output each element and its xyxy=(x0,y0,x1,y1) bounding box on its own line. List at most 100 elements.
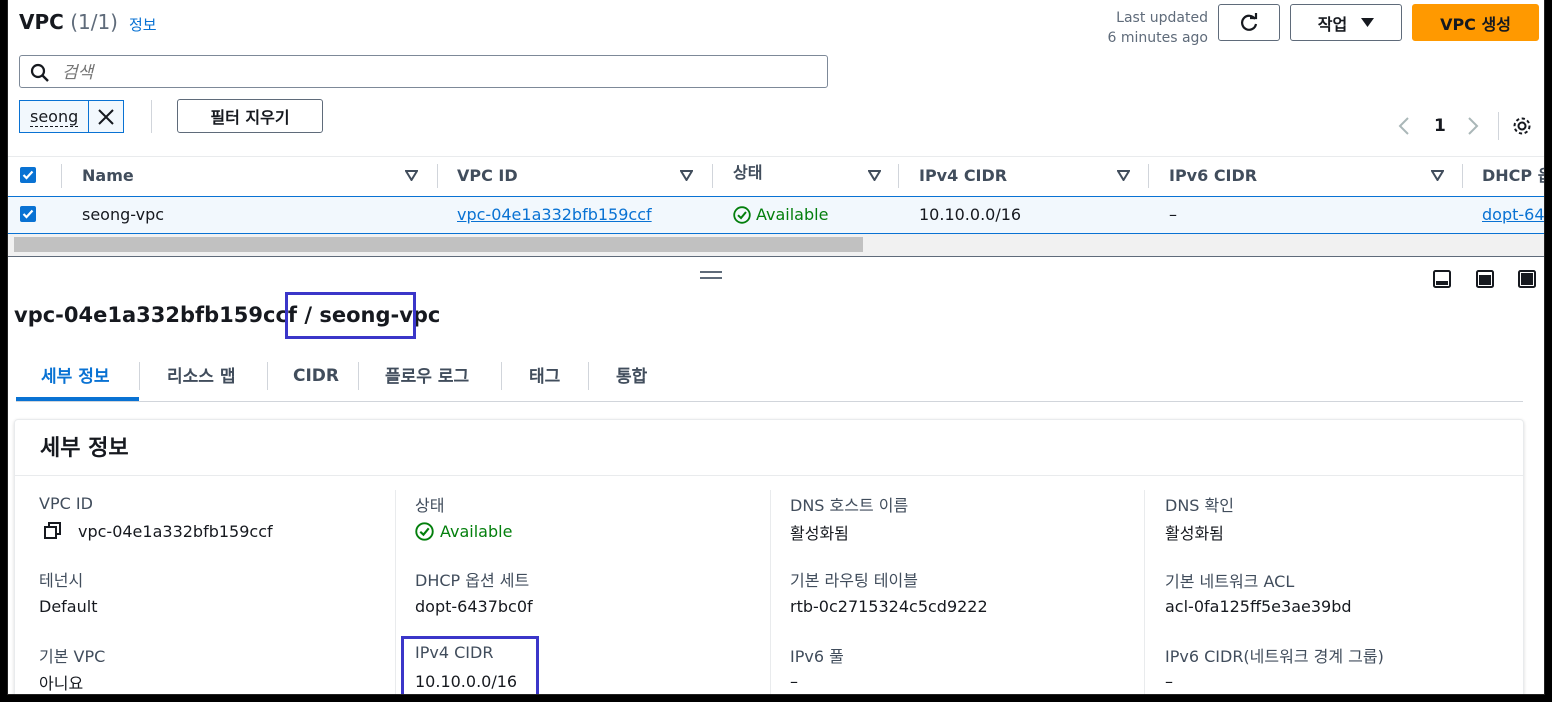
column-divider xyxy=(437,164,438,188)
cell-vpc-id-link[interactable]: vpc-04e1a332bfb159ccf xyxy=(457,205,652,225)
column-header-ipv4[interactable]: IPv4 CIDR xyxy=(919,158,1007,194)
search-input[interactable] xyxy=(60,60,814,86)
copy-icon[interactable] xyxy=(44,522,62,540)
page-number[interactable]: 1 xyxy=(1434,116,1446,136)
detail-vpc-id: vpc-04e1a332bfb159ccf xyxy=(14,303,298,327)
section-title: 세부 정보 xyxy=(40,436,129,461)
title-count: (1/1) xyxy=(70,10,118,34)
column-header-ipv6[interactable]: IPv6 CIDR xyxy=(1169,158,1257,194)
chevron-right-icon[interactable] xyxy=(1466,116,1480,136)
table-header-divider xyxy=(8,156,1544,157)
split-full-icon[interactable] xyxy=(1518,270,1536,288)
tab-cidr[interactable]: CIDR xyxy=(293,366,339,386)
sort-caret-icon[interactable] xyxy=(405,170,418,181)
last-updated: Last updated 6 minutes ago xyxy=(1098,8,1208,48)
column-divider xyxy=(61,164,62,188)
name-highlight-box xyxy=(285,292,416,339)
tab-flow-logs[interactable]: 플로우 로그 xyxy=(385,362,469,387)
sort-caret-icon[interactable] xyxy=(1117,170,1130,181)
column-header-vpc-id[interactable]: VPC ID xyxy=(457,158,518,194)
search-icon xyxy=(30,63,50,83)
row-checkbox[interactable] xyxy=(20,206,36,222)
status-ok-icon xyxy=(415,522,434,541)
main-acl-label: 기본 네트워크 ACL xyxy=(1165,572,1295,591)
tab-divider xyxy=(588,362,589,390)
create-vpc-label: VPC 생성 xyxy=(1440,14,1511,34)
sort-caret-icon[interactable] xyxy=(1431,170,1444,181)
drag-handle-icon[interactable] xyxy=(700,270,722,280)
tab-divider xyxy=(267,362,268,390)
last-updated-value: 6 minutes ago xyxy=(1107,30,1208,46)
column-divider xyxy=(898,164,899,188)
tab-tags[interactable]: 태그 xyxy=(529,362,560,387)
dns-resolution-label: DNS 확인 xyxy=(1165,496,1234,515)
filter-token: seong xyxy=(19,100,125,133)
default-vpc-label: 기본 VPC xyxy=(39,647,106,666)
column-divider xyxy=(770,490,771,694)
column-header-state[interactable]: 상태 xyxy=(733,155,762,191)
tab-integrations[interactable]: 통합 xyxy=(616,362,647,387)
vpc-id-value: vpc-04e1a332bfb159ccf xyxy=(78,522,273,541)
sort-caret-icon[interactable] xyxy=(868,170,881,181)
select-all-checkbox[interactable] xyxy=(20,167,36,183)
actions-button[interactable]: 작업 xyxy=(1290,4,1402,41)
search-box[interactable] xyxy=(19,55,828,88)
cell-ipv6: – xyxy=(1169,205,1177,224)
dhcp-link[interactable]: dopt-6437bc0f xyxy=(415,597,533,616)
state-label: 상태 xyxy=(415,496,445,515)
column-header-name[interactable]: Name xyxy=(82,158,134,194)
main-route-table-link[interactable]: rtb-0c2715324c5cd9222 xyxy=(790,597,988,616)
column-divider xyxy=(1144,490,1145,694)
cell-dhcp-link[interactable]: dopt-64 xyxy=(1482,205,1544,225)
ipv6-cidr-label: IPv6 CIDR(네트워크 경계 그룹) xyxy=(1165,647,1384,666)
tab-divider xyxy=(358,362,359,390)
remove-filter-button[interactable] xyxy=(89,101,123,132)
dhcp-label: DHCP 옵션 세트 xyxy=(415,571,530,590)
cell-name: seong-vpc xyxy=(82,205,165,224)
sort-caret-icon[interactable] xyxy=(680,170,693,181)
filter-divider xyxy=(151,100,152,133)
cell-ipv4: 10.10.0.0/16 xyxy=(919,205,1022,224)
state-value: Available xyxy=(440,522,513,541)
tenancy-value: Default xyxy=(39,597,98,616)
column-divider xyxy=(1462,164,1463,188)
info-link[interactable]: 정보 xyxy=(129,14,157,35)
tab-divider xyxy=(139,362,140,390)
filter-token-text[interactable]: seong xyxy=(20,101,90,132)
refresh-icon xyxy=(1238,12,1260,34)
column-divider xyxy=(1148,164,1149,188)
horizontal-scrollbar[interactable] xyxy=(8,234,1544,257)
main-route-table-label: 기본 라우팅 테이블 xyxy=(790,571,918,590)
tabs-baseline xyxy=(16,401,1523,402)
page-title: VPC (1/1) xyxy=(19,10,118,34)
column-divider xyxy=(395,490,396,694)
cell-state: Available xyxy=(756,205,829,224)
console-frame: VPC (1/1) 정보 Last updated 6 minutes ago … xyxy=(8,0,1544,694)
close-icon xyxy=(98,108,114,125)
clear-filters-label: 필터 지우기 xyxy=(210,108,290,127)
dns-resolution-value: 활성화됨 xyxy=(1165,524,1224,543)
ipv6-cidr-value: – xyxy=(1165,672,1173,691)
split-side-icon[interactable] xyxy=(1476,270,1494,288)
actions-label: 작업 xyxy=(1317,14,1348,34)
create-vpc-button[interactable]: VPC 생성 xyxy=(1412,4,1539,41)
column-header-dhcp[interactable]: DHCP 옵 xyxy=(1482,158,1544,194)
pagination-divider xyxy=(1498,112,1499,140)
clear-filters-button[interactable]: 필터 지우기 xyxy=(177,99,323,133)
scrollbar-thumb[interactable] xyxy=(14,237,863,252)
status-ok-icon xyxy=(733,206,751,224)
tab-resource-map[interactable]: 리소스 맵 xyxy=(167,362,235,387)
tab-details[interactable]: 세부 정보 xyxy=(41,362,109,387)
settings-icon[interactable] xyxy=(1511,115,1533,137)
default-vpc-value: 아니요 xyxy=(39,674,84,693)
main-acl-link[interactable]: acl-0fa125ff5e3ae39bd xyxy=(1165,597,1352,616)
title-text: VPC xyxy=(19,10,64,34)
last-updated-label: Last updated xyxy=(1116,10,1208,26)
tab-divider xyxy=(501,362,502,390)
split-bottom-icon[interactable] xyxy=(1433,270,1451,288)
section-divider xyxy=(15,475,1523,476)
refresh-button[interactable] xyxy=(1218,4,1280,41)
chevron-left-icon[interactable] xyxy=(1397,116,1411,136)
column-divider xyxy=(712,164,713,188)
dns-hostnames-value: 활성화됨 xyxy=(790,524,849,543)
